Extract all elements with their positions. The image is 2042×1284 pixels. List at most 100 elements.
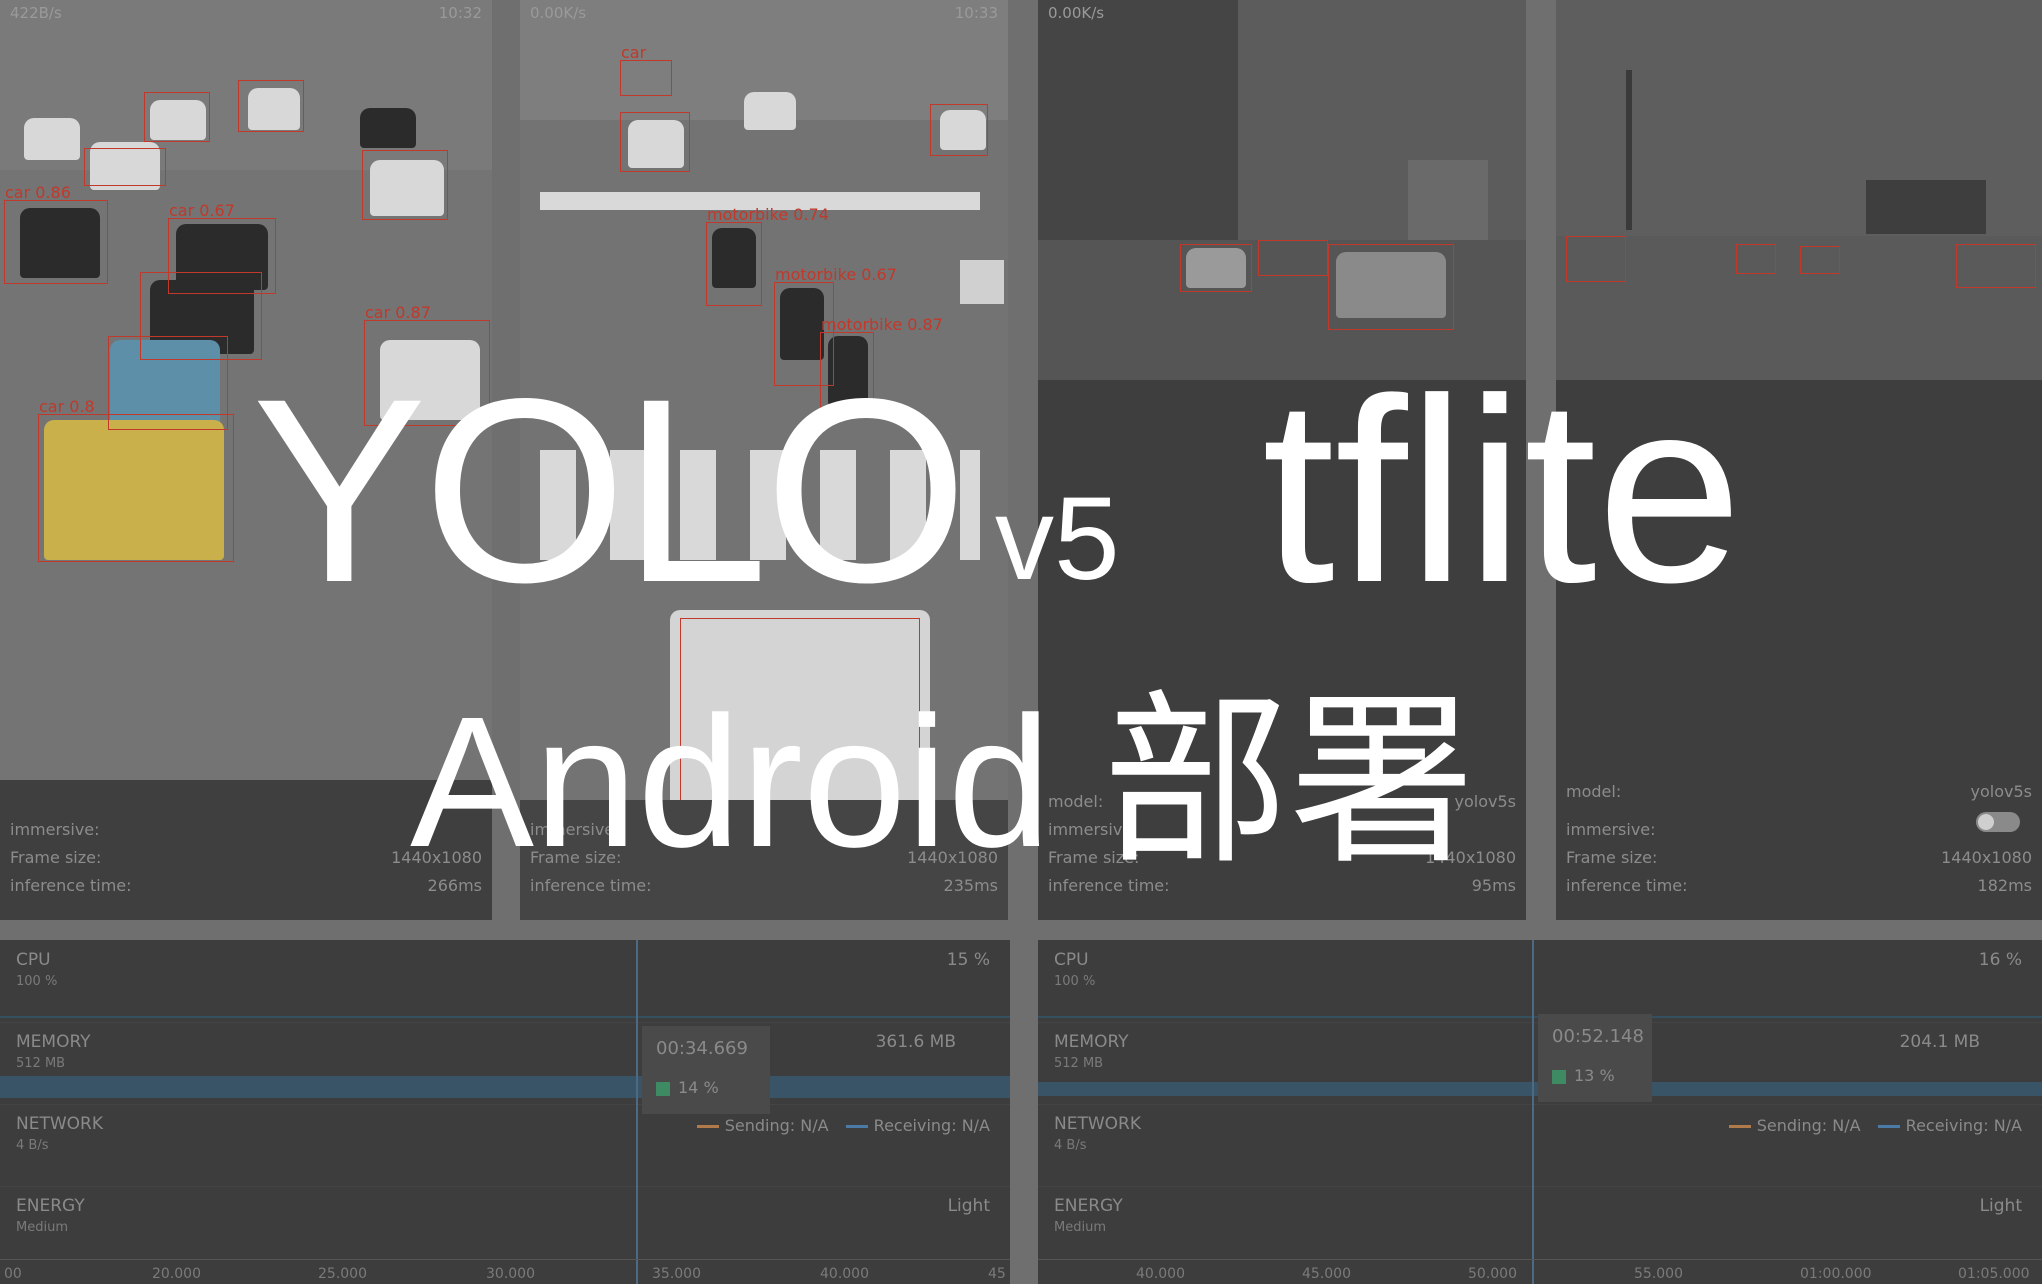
cpu-swatch <box>1552 1069 1566 1084</box>
frame-size-label: Frame size: <box>1566 848 1658 867</box>
detection-box <box>1800 246 1840 274</box>
lane-marking <box>960 260 1004 304</box>
network-speed: 0.00K/s <box>530 4 587 22</box>
time-axis: 40.000 45.000 50.000 55.000 01:00.000 01… <box>1038 1259 2042 1284</box>
receiving-swatch <box>1877 1125 1900 1128</box>
immersive-label: immersive: <box>1566 820 1656 839</box>
status-bar <box>1566 4 2032 26</box>
inference-time-label: inference time: <box>10 876 132 895</box>
cpu-label: CPU <box>16 950 51 970</box>
detection-label: motorbike 0.87 <box>821 315 943 334</box>
status-bar: 422B/s 10:32 <box>10 4 482 26</box>
building-silhouette <box>1866 180 1986 234</box>
immersive-row: immersive: <box>1566 820 2032 839</box>
detection-box <box>84 148 166 186</box>
axis-tick: 50.000 <box>1468 1266 1517 1282</box>
cpu-value: 15 % <box>946 950 990 970</box>
frame-size-row: Frame size: 1440x1080 <box>1566 848 2032 867</box>
detection-box: car 0.8 <box>38 397 234 562</box>
memory-scale: 512 MB <box>1054 1056 1104 1071</box>
inference-time-value: 182ms <box>1977 876 2032 895</box>
axis-tick: 45 <box>988 1266 1006 1282</box>
axis-tick: 01:00.000 <box>1800 1266 1872 1282</box>
detection-box <box>1956 244 2036 288</box>
cpu-label: CPU <box>1054 950 1089 970</box>
detection-box <box>1566 236 1626 282</box>
energy-scale: Medium <box>1054 1220 1106 1235</box>
frame-size-value: 1440x1080 <box>1941 848 2032 867</box>
memory-label: MEMORY <box>16 1032 91 1052</box>
axis-tick: 40.000 <box>1136 1266 1185 1282</box>
light-pole <box>1626 70 1632 230</box>
tree-silhouette <box>1038 0 1238 250</box>
tooltip-cpu: 14 % <box>656 1078 719 1097</box>
network-legend: Sending: N/A Receiving: N/A <box>685 1116 990 1135</box>
energy-track[interactable]: ENERGY Medium Light <box>0 1186 1010 1268</box>
model-row: model: yolov5s <box>1566 782 2032 801</box>
cpu-value: 16 % <box>1978 950 2022 970</box>
axis-tick: 35.000 <box>652 1266 701 1282</box>
energy-label: ENERGY <box>1054 1196 1123 1216</box>
detection-box <box>144 92 210 142</box>
timeline-tooltip: 00:52.148 13 % <box>1538 1014 1652 1102</box>
axis-tick: 00 <box>4 1266 22 1282</box>
network-scale: 4 B/s <box>16 1138 49 1153</box>
title-version: v5 <box>995 473 1120 605</box>
title-subtitle: Android 部署 <box>410 679 1475 886</box>
detection-box <box>362 150 448 220</box>
detection-label: car 0.8 <box>39 397 95 416</box>
building-silhouette <box>1408 160 1488 240</box>
memory-label: MEMORY <box>1054 1032 1129 1052</box>
timeline-tooltip: 00:34.669 14 % <box>642 1026 770 1114</box>
axis-tick: 40.000 <box>820 1266 869 1282</box>
cpu-graph <box>0 1016 1010 1018</box>
cpu-scale: 100 % <box>1054 974 1096 989</box>
detection-box <box>930 104 988 156</box>
axis-tick: 55.000 <box>1634 1266 1683 1282</box>
network-track[interactable]: NETWORK 4 B/s Sending: N/A Receiving: N/… <box>0 1104 1010 1187</box>
detection-label: car <box>621 43 647 62</box>
clock: 10:32 <box>438 4 482 22</box>
frame-size-label: Frame size: <box>10 848 102 867</box>
network-label: NETWORK <box>1054 1114 1141 1134</box>
sending-swatch <box>696 1125 719 1128</box>
energy-label: ENERGY <box>16 1196 85 1216</box>
axis-tick: 45.000 <box>1302 1266 1351 1282</box>
profiler-panel-1: CPU 100 % 15 % MEMORY 512 MB 361.6 MB NE… <box>0 940 1010 1284</box>
detection-box <box>140 272 262 360</box>
car <box>744 92 796 130</box>
memory-value: 361.6 MB <box>875 1032 956 1052</box>
network-track[interactable]: NETWORK 4 B/s Sending: N/A Receiving: N/… <box>1038 1104 2042 1187</box>
tooltip-cpu: 13 % <box>1552 1066 1615 1085</box>
memory-value: 204.1 MB <box>1899 1032 1980 1052</box>
detection-label: car 0.86 <box>5 183 71 202</box>
cpu-track[interactable]: CPU 100 % 16 % <box>1038 940 2042 1023</box>
inference-time-label: inference time: <box>1566 876 1688 895</box>
model-value: yolov5s <box>1970 782 2032 801</box>
detection-box <box>1328 244 1454 330</box>
energy-track[interactable]: ENERGY Medium Light <box>1038 1186 2042 1268</box>
title-tflite: tflite <box>1262 344 1743 637</box>
cpu-track[interactable]: CPU 100 % 15 % <box>0 940 1010 1023</box>
time-axis: 00 20.000 25.000 30.000 35.000 40.000 45 <box>0 1259 1010 1284</box>
detection-label: car 0.67 <box>169 201 235 220</box>
profiler-panel-2: CPU 100 % 16 % MEMORY 512 MB 204.1 MB NE… <box>1038 940 2042 1284</box>
network-speed: 422B/s <box>10 4 62 22</box>
car <box>360 108 416 148</box>
memory-graph <box>0 1076 1010 1098</box>
timeline-cursor[interactable] <box>636 940 638 1284</box>
sending-swatch <box>1728 1125 1751 1128</box>
inference-time-value: 95ms <box>1471 876 1516 895</box>
memory-track[interactable]: MEMORY 512 MB 361.6 MB <box>0 1022 1010 1105</box>
tooltip-cpu-value: 14 % <box>678 1078 719 1097</box>
detection-label: car 0.87 <box>365 303 431 322</box>
status-bar: 0.00K/s 10:33 <box>530 4 998 26</box>
receiving-label: Receiving: N/A <box>873 1116 990 1135</box>
detection-box <box>620 112 690 172</box>
timeline-cursor[interactable] <box>1532 940 1534 1284</box>
detection-box: car 0.86 <box>4 183 108 284</box>
tooltip-time: 00:34.669 <box>656 1038 748 1059</box>
energy-value: Light <box>1979 1196 2022 1216</box>
immersive-label: immersive: <box>10 820 100 839</box>
axis-tick: 01:05.000 <box>1958 1266 2030 1282</box>
